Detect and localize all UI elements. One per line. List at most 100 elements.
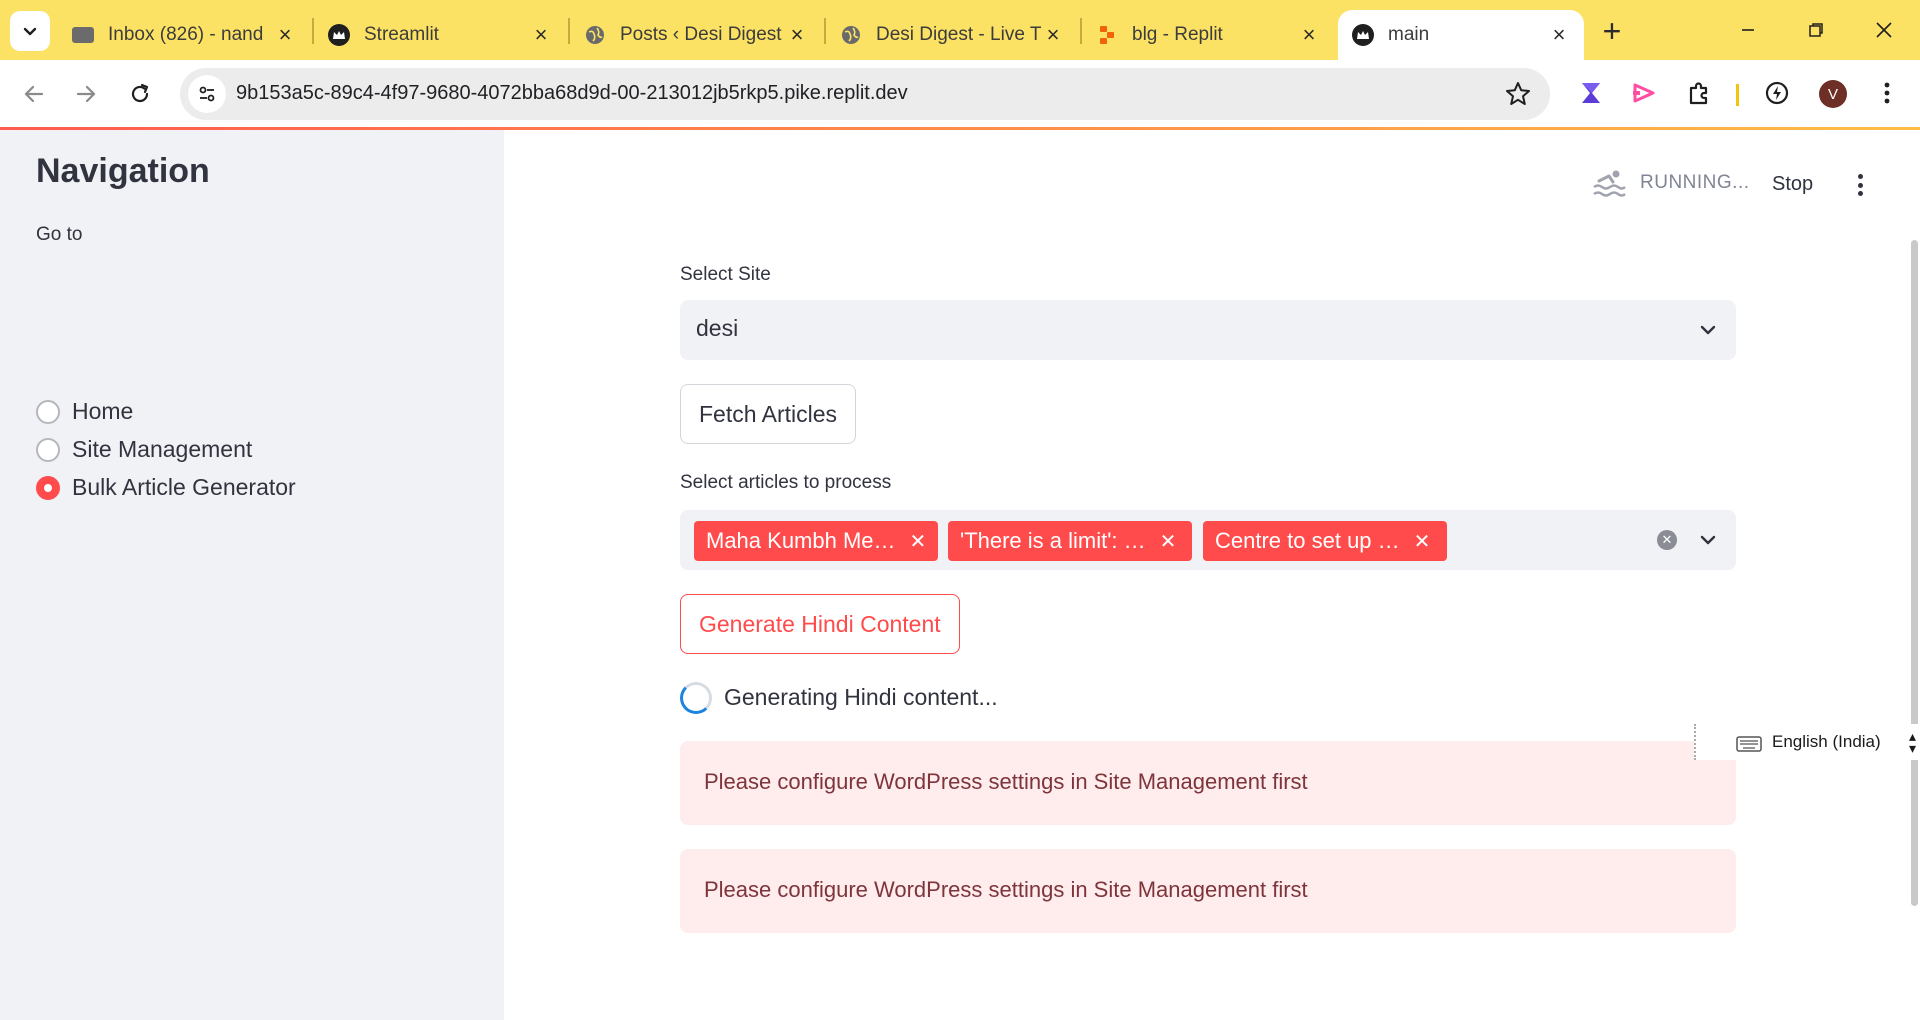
menu-dot: [1857, 182, 1863, 188]
browser-tab[interactable]: Posts ‹ Desi Digest ×: [570, 10, 822, 60]
close-tab-icon[interactable]: ×: [1298, 22, 1320, 48]
bookmark-star-icon[interactable]: [1504, 80, 1532, 108]
close-window-button[interactable]: [1858, 8, 1910, 52]
close-tab-icon[interactable]: ×: [1548, 22, 1570, 48]
language-indicator[interactable]: English (India) ▴ ▾: [1694, 724, 1920, 760]
back-button[interactable]: [14, 74, 54, 114]
sort-arrows-icon: ▴ ▾: [1908, 728, 1916, 756]
radio-option-bulk-article-generator[interactable]: Bulk Article Generator: [36, 474, 296, 501]
radio-group-label: Go to: [36, 224, 83, 245]
streamlit-crown-icon: [328, 24, 350, 46]
extension-sigma-icon[interactable]: [1574, 76, 1608, 110]
page-scrollbar[interactable]: [1911, 240, 1918, 906]
menu-dot: [1857, 191, 1863, 196]
address-bar[interactable]: 9b153a5c-89c4-4f97-9680-4072bba68d9d-00-…: [180, 68, 1550, 120]
loading-spinner-icon: [680, 682, 712, 714]
radio-option-site-management[interactable]: Site Management: [36, 436, 252, 463]
browser-toolbar: 9b153a5c-89c4-4f97-9680-4072bba68d9d-00-…: [0, 60, 1920, 128]
radio-option-label: Home: [72, 398, 134, 424]
close-tab-icon[interactable]: ×: [786, 22, 808, 48]
chip-label: 'There is a limit': …: [960, 528, 1146, 553]
selected-article-chip[interactable]: 'There is a limit': … ✕: [948, 521, 1192, 561]
extensions-puzzle-icon[interactable]: [1682, 76, 1716, 110]
minimize-button[interactable]: [1722, 8, 1774, 52]
spinner-text: Generating Hindi content...: [724, 684, 998, 710]
mail-icon: [72, 27, 94, 43]
selected-article-chip[interactable]: Maha Kumbh Me… ✕: [694, 521, 938, 561]
remove-chip-icon[interactable]: ✕: [910, 529, 927, 554]
arrow-left-icon: [24, 85, 44, 103]
browser-tab[interactable]: blg - Replit ×: [1082, 10, 1334, 60]
running-status: RUNNING...: [1592, 168, 1750, 198]
tab-title: main: [1388, 24, 1430, 45]
site-select[interactable]: desi: [680, 300, 1736, 360]
remove-chip-icon[interactable]: ✕: [1414, 529, 1431, 554]
new-tab-button[interactable]: +: [1594, 14, 1630, 50]
globe-icon: [840, 24, 862, 46]
clear-all-icon[interactable]: ✕: [1657, 530, 1677, 550]
chevron-down-icon: [23, 27, 37, 36]
close-tab-icon[interactable]: ×: [1042, 22, 1064, 48]
error-alert-text: Please configure WordPress settings in S…: [704, 877, 1308, 902]
select-site-label: Select Site: [680, 264, 771, 285]
menu-dot: [1857, 174, 1863, 179]
tab-search-button[interactable]: [10, 11, 50, 51]
sidebar-title: Navigation: [36, 152, 210, 190]
radio-circle[interactable]: [36, 437, 60, 462]
arrow-right-icon: [76, 85, 96, 103]
remove-chip-icon[interactable]: ✕: [1160, 529, 1177, 554]
browser-tab[interactable]: Streamlit ×: [314, 10, 566, 60]
streamlit-crown-icon: [1352, 24, 1374, 46]
replit-icon: [1096, 24, 1118, 46]
error-alert-text: Please configure WordPress settings in S…: [704, 769, 1308, 794]
radio-circle[interactable]: [36, 399, 60, 424]
browser-tab-active[interactable]: main ×: [1338, 10, 1584, 60]
browser-menu-icon[interactable]: [1870, 76, 1904, 110]
chip-label: Centre to set up …: [1215, 528, 1400, 553]
keyboard-icon: [1736, 736, 1762, 752]
toolbar-divider: [1736, 84, 1739, 106]
error-alert: Please configure WordPress settings in S…: [680, 741, 1736, 825]
sidebar: [0, 130, 504, 1020]
close-tab-icon[interactable]: ×: [274, 22, 296, 48]
site-info-icon[interactable]: [188, 75, 226, 113]
select-articles-label: Select articles to process: [680, 472, 892, 493]
browser-tab[interactable]: Desi Digest - Live T ×: [826, 10, 1078, 60]
extension-play-icon[interactable]: [1628, 76, 1662, 110]
selected-article-chip[interactable]: Centre to set up … ✕: [1203, 521, 1447, 561]
articles-multiselect[interactable]: Maha Kumbh Me… ✕ 'There is a limit': … ✕…: [680, 510, 1736, 570]
app-menu-button[interactable]: [1848, 170, 1872, 200]
chevron-down-icon[interactable]: [1698, 530, 1718, 550]
generate-hindi-content-button[interactable]: Generate Hindi Content: [680, 594, 960, 654]
running-status-text: RUNNING...: [1640, 172, 1750, 193]
tab-title: Desi Digest - Live T: [876, 24, 1042, 45]
tab-title: Inbox (826) - nand: [108, 24, 264, 45]
radio-option-home[interactable]: Home: [36, 398, 133, 425]
tab-title: Streamlit: [364, 24, 439, 45]
reload-icon: [131, 83, 149, 103]
browser-tab-strip: Inbox (826) - nand × Streamlit × Posts ‹…: [0, 0, 1920, 60]
close-tab-icon[interactable]: ×: [530, 22, 552, 48]
globe-icon: [584, 24, 606, 46]
restore-icon: [1809, 23, 1823, 37]
restore-button[interactable]: [1790, 8, 1842, 52]
close-icon: [1876, 22, 1892, 38]
language-indicator-text: English (India): [1772, 732, 1881, 751]
browser-tab[interactable]: Inbox (826) - nand ×: [58, 10, 310, 60]
performance-icon[interactable]: [1760, 76, 1794, 110]
radio-option-label: Bulk Article Generator: [72, 474, 296, 500]
radio-circle-selected[interactable]: [36, 475, 60, 500]
profile-avatar[interactable]: V: [1819, 80, 1847, 108]
fetch-articles-button[interactable]: Fetch Articles: [680, 384, 857, 444]
forward-button[interactable]: [66, 74, 106, 114]
url-text: 9b153a5c-89c4-4f97-9680-4072bba68d9d-00-…: [236, 82, 908, 104]
stop-button[interactable]: Stop: [1772, 173, 1813, 196]
radio-option-label: Site Management: [72, 436, 253, 462]
tab-title: blg - Replit: [1132, 24, 1223, 45]
minimize-icon: [1742, 29, 1754, 31]
chip-label: Maha Kumbh Me…: [706, 528, 896, 553]
error-alert: Please configure WordPress settings in S…: [680, 849, 1736, 933]
reload-button[interactable]: [120, 74, 160, 114]
site-select-value: desi: [696, 315, 739, 341]
tab-title: Posts ‹ Desi Digest: [620, 24, 782, 45]
